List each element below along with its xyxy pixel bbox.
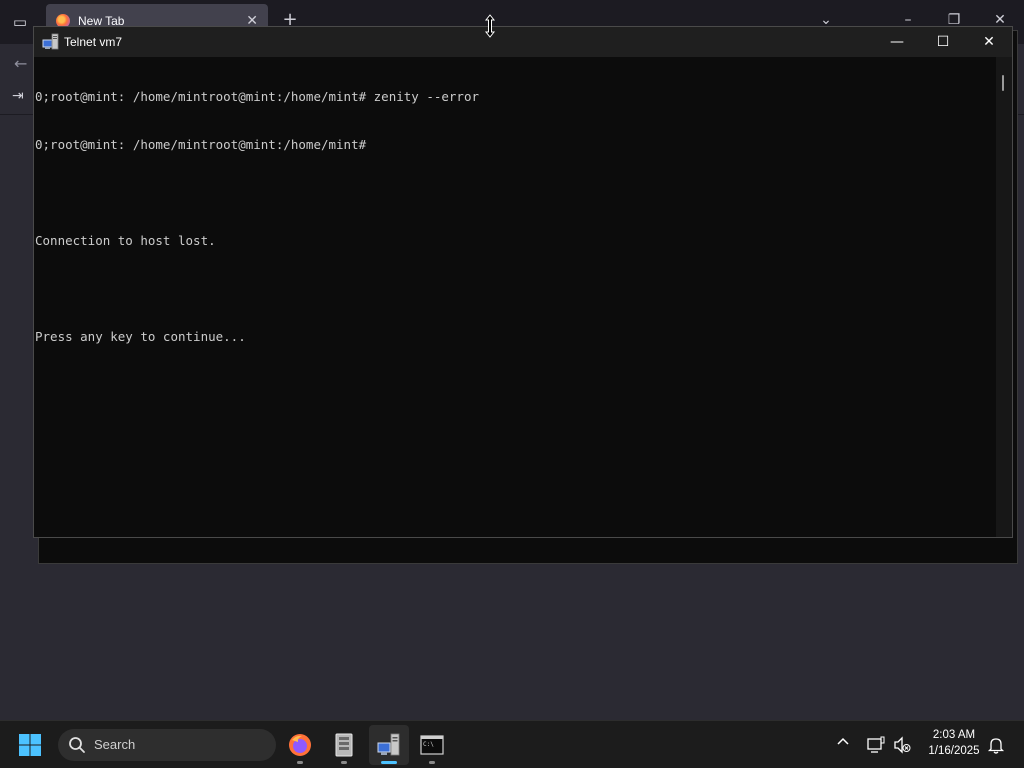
svg-text:C:\: C:\ <box>423 741 434 748</box>
scrollbar-thumb[interactable] <box>1002 75 1004 91</box>
console-line: 0;root@mint: /home/mintroot@mint:/home/m… <box>35 89 480 104</box>
console-line: Connection to host lost. <box>35 233 216 248</box>
app-indicator <box>297 761 303 764</box>
telnet-window-title: Telnet vm7 <box>64 35 123 49</box>
search-icon <box>69 737 85 753</box>
taskbar: Search C:\ 2:03 AM 1/16/2025 <box>0 720 1024 768</box>
app-indicator <box>341 761 347 764</box>
app-indicator <box>429 761 435 764</box>
sign-in-icon[interactable]: ⇥ <box>12 88 24 104</box>
tab-list-icon[interactable]: ▭ <box>10 12 30 32</box>
file-archive-icon <box>335 733 353 757</box>
console-line: Press any key to continue... <box>35 329 246 344</box>
search-label: Search <box>94 737 136 752</box>
console-line: 0;root@mint: /home/mintroot@mint:/home/m… <box>35 137 367 152</box>
maximize-button[interactable]: ☐ <box>920 27 966 57</box>
back-arrow-icon[interactable]: ← <box>14 54 27 73</box>
telnet-title-bar[interactable]: Telnet vm7 — ☐ ✕ <box>34 27 1012 57</box>
taskbar-firefox-button[interactable] <box>280 725 320 765</box>
taskbar-terminal-button[interactable]: C:\ <box>412 725 452 765</box>
telnet-app-icon <box>42 33 59 50</box>
taskbar-archive-button[interactable] <box>324 725 364 765</box>
tray-overflow-chevron-icon[interactable] <box>836 735 850 750</box>
console-output[interactable]: 0;root@mint: /home/mintroot@mint:/home/m… <box>34 57 997 537</box>
telnet-icon <box>377 733 400 756</box>
clock-time: 2:03 AM <box>932 729 976 741</box>
terminal-icon: C:\ <box>420 735 444 755</box>
resize-cursor-icon <box>484 14 496 38</box>
network-icon[interactable] <box>866 735 886 755</box>
telnet-window[interactable]: Telnet vm7 — ☐ ✕ 0;root@mint: /home/mint… <box>33 26 1013 538</box>
firefox-icon <box>289 734 311 756</box>
volume-muted-icon[interactable] <box>892 735 912 755</box>
clock-date: 1/16/2025 <box>928 745 980 757</box>
app-indicator-active <box>381 761 397 764</box>
close-button[interactable]: ✕ <box>966 27 1012 57</box>
notification-bell-icon[interactable] <box>986 735 1006 755</box>
minimize-button[interactable]: — <box>874 27 920 57</box>
vertical-scrollbar[interactable] <box>996 57 1012 537</box>
taskbar-clock[interactable]: 2:03 AM 1/16/2025 <box>918 727 990 759</box>
taskbar-telnet-button[interactable] <box>369 725 409 765</box>
windows-start-icon[interactable] <box>16 731 44 759</box>
taskbar-search-box[interactable]: Search <box>58 729 276 761</box>
